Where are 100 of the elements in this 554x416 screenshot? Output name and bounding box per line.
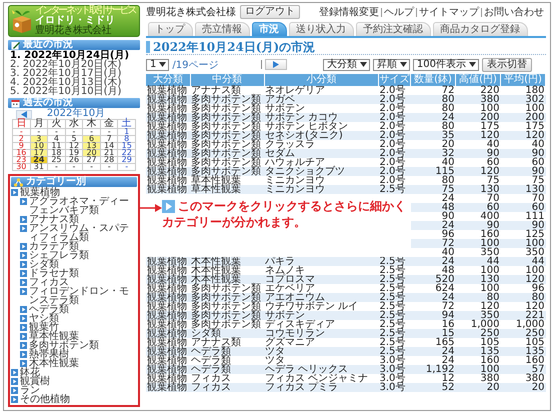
date-link[interactable]: 2. 2022年10月20日(木): [10, 60, 140, 69]
table-cell: シダ類: [190, 329, 264, 338]
weekday-label: 土: [118, 120, 136, 129]
calendar-day: 28: [100, 157, 118, 164]
table-cell: 多肉サボテン類: [190, 149, 264, 158]
table-cell: 観葉植物: [146, 347, 190, 356]
header-link[interactable]: 登録情報変更: [317, 6, 381, 18]
header-link[interactable]: ヘルプ: [382, 6, 416, 18]
category-link[interactable]: ラン: [20, 386, 40, 395]
triangle-icon: [20, 315, 27, 322]
date-link[interactable]: 3. 2022年10月17日(月): [10, 69, 140, 78]
category-link[interactable]: カラテア類: [29, 242, 79, 251]
category-link[interactable]: 木本性観葉: [29, 359, 79, 368]
nav-tab[interactable]: トップ: [148, 22, 193, 36]
table-cell: 380: [456, 374, 500, 383]
table-cell: 観葉植物: [146, 131, 190, 140]
date-link[interactable]: 4. 2022年10月13日(木): [10, 78, 140, 87]
table-cell: 32: [410, 149, 456, 158]
table-cell: 観葉植物: [146, 356, 190, 365]
table-cell: 250: [456, 329, 500, 338]
order-select[interactable]: 昇順: [372, 58, 410, 70]
calendar-day[interactable]: 10: [30, 143, 48, 150]
category-link[interactable]: ドラセナ類: [29, 269, 79, 278]
category-link[interactable]: シェフレラ類: [29, 251, 89, 260]
table-cell: 100: [500, 239, 546, 248]
calendar-day: -: [48, 164, 66, 171]
category-link[interactable]: ヤシ類: [29, 314, 59, 323]
calendar-day: 30: [13, 164, 31, 171]
calendar-day[interactable]: 20: [83, 150, 101, 157]
category-link[interactable]: 観葉植物: [20, 188, 60, 197]
triangle-icon: [20, 216, 27, 223]
table-cell: 観葉植物: [146, 266, 190, 275]
apply-button[interactable]: 表示切替: [482, 58, 532, 72]
calendar-day: -: [83, 164, 101, 171]
nav-tab[interactable]: 送り状入力: [289, 22, 354, 36]
date-link[interactable]: 5. 2022年10月10日(月): [10, 87, 140, 96]
table-cell: 100: [456, 284, 500, 293]
table-cell: 40: [456, 140, 500, 149]
calendar-day: -: [66, 164, 84, 171]
table-cell: 90: [456, 149, 500, 158]
table-cell: 90: [456, 221, 500, 230]
triangle-icon: [20, 333, 27, 340]
table-cell: 40: [410, 248, 456, 257]
category-link[interactable]: 観賞樹: [20, 377, 50, 386]
header-link[interactable]: お問い合わせ: [482, 6, 546, 18]
table-cell: ネムノキ: [264, 266, 378, 275]
table-cell: 100: [500, 266, 546, 275]
table-cell: エケベリア: [264, 284, 378, 293]
table-cell: 草本性観葉: [190, 185, 264, 194]
triangle-icon: [20, 252, 27, 259]
category-link[interactable]: 草本性観葉: [29, 332, 79, 341]
page-size-select[interactable]: 100件表示: [412, 58, 479, 70]
date-link[interactable]: 1. 2022年10月24日(月): [10, 51, 140, 60]
table-cell: 160: [500, 356, 546, 365]
category-link[interactable]: 多肉サボテン類: [29, 341, 99, 350]
category-link[interactable]: アナナス類: [29, 215, 79, 224]
table-cell: 35: [410, 131, 456, 140]
table-cell: 94: [410, 311, 456, 320]
logout-button[interactable]: ログアウト: [240, 5, 300, 19]
nav-tab[interactable]: 商品カタログ登録: [433, 22, 528, 36]
table-cell: 96: [410, 230, 456, 239]
table-cell: コプロスマ: [264, 275, 378, 284]
table-cell: 70: [456, 194, 500, 203]
table-cell: 80: [410, 104, 456, 113]
table-cell: 2.0号: [378, 113, 410, 122]
calendar-day[interactable]: 6: [83, 136, 101, 143]
calendar-day[interactable]: 17: [30, 150, 48, 157]
nav-tab[interactable]: 売立情報: [195, 22, 250, 36]
category-link[interactable]: フィロデンドロン・モンステラ類: [29, 287, 137, 305]
category-link[interactable]: その他植物: [20, 395, 70, 404]
category-link[interactable]: ヘデラ類: [29, 305, 69, 314]
category-link[interactable]: 熱帯果樹: [29, 350, 69, 359]
calendar-day[interactable]: 13: [83, 143, 101, 150]
table-cell: 3.0号: [378, 374, 410, 383]
page-select[interactable]: 1: [146, 58, 170, 70]
next-page-button[interactable]: [265, 59, 288, 70]
category-link[interactable]: 観葉竹: [29, 323, 59, 332]
table-cell: 72: [410, 239, 456, 248]
triangle-icon: [20, 324, 27, 331]
table-cell: 観葉植物: [146, 275, 190, 284]
table-cell: フィカス: [190, 374, 264, 383]
table-cell: タニクショクブツ: [264, 167, 378, 176]
table-cell: 80: [500, 293, 546, 302]
category-select[interactable]: 大分類: [322, 58, 370, 70]
table-cell: 220: [456, 86, 500, 95]
calendar-day: 26: [66, 157, 84, 164]
category-link[interactable]: アンスリウム・スパティフィラム類: [29, 224, 137, 242]
nav-tab[interactable]: 予約注文確認: [356, 22, 431, 36]
table-cell: 20: [410, 140, 456, 149]
header-link[interactable]: サイトマップ: [417, 6, 481, 18]
table-cell: 130: [456, 275, 500, 284]
category-link[interactable]: アグラオネマ・ディーフェンバキア類: [29, 197, 137, 215]
previous-month-button[interactable]: [16, 110, 32, 118]
calendar-day[interactable]: 24: [30, 157, 48, 164]
category-link[interactable]: シダ類: [29, 260, 59, 269]
category-link[interactable]: 鉢花: [20, 368, 40, 377]
logo-company: 豊明花き株式会社: [35, 26, 112, 36]
weekday-label: 金: [100, 120, 118, 129]
category-link[interactable]: フィカス: [29, 278, 69, 287]
calendar-day[interactable]: 3: [30, 136, 48, 143]
